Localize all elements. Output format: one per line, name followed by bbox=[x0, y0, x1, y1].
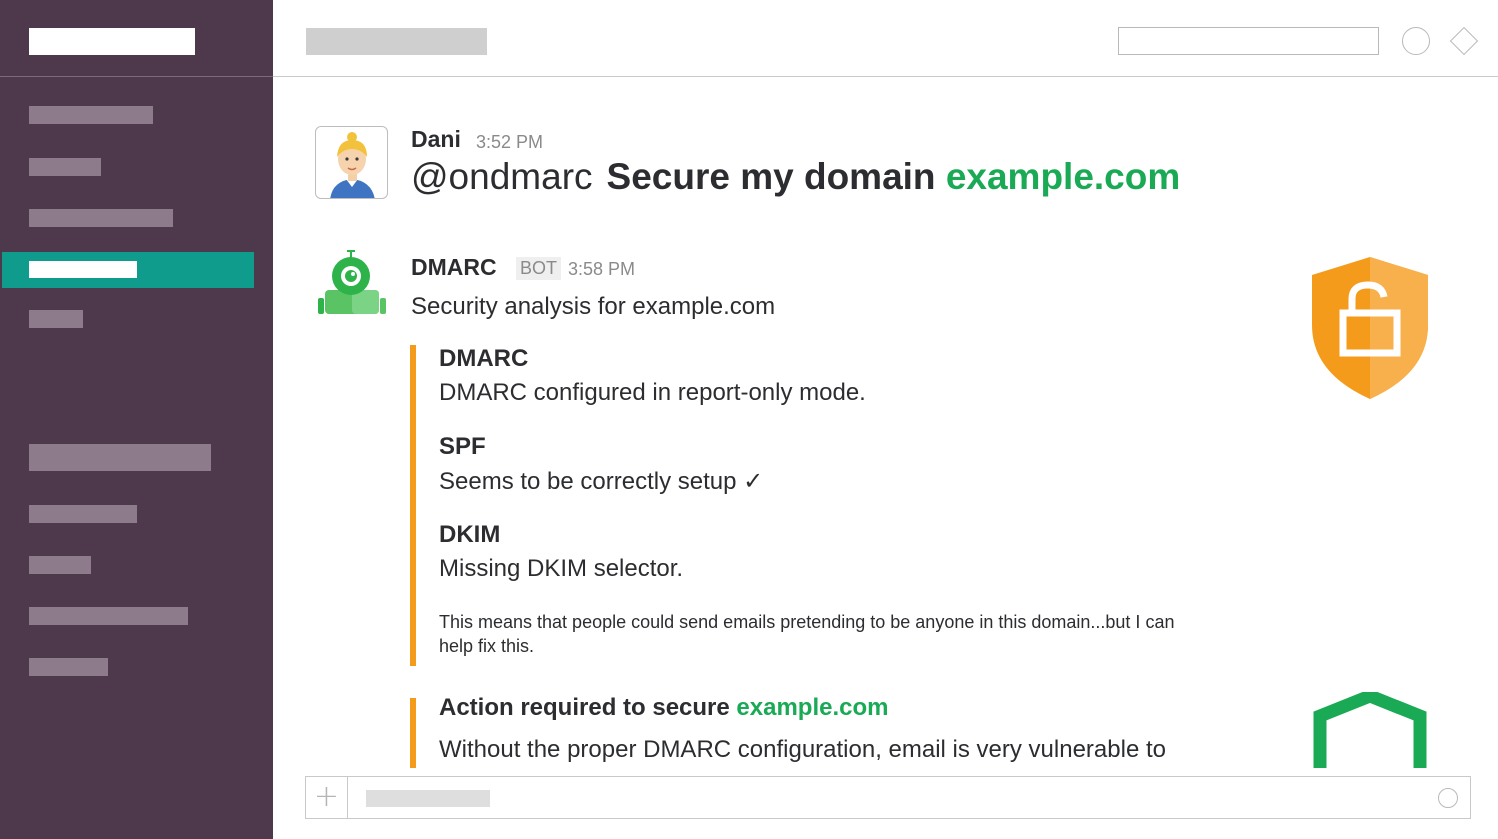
check-title-dkim: DKIM bbox=[439, 521, 501, 548]
diamond-icon[interactable] bbox=[1449, 26, 1479, 56]
check-text-dkim: Missing DKIM selector. bbox=[439, 555, 684, 582]
sidebar-item[interactable] bbox=[29, 209, 173, 227]
channel-header bbox=[273, 0, 1498, 77]
check-title-spf: SPF bbox=[439, 433, 486, 460]
user-mention[interactable]: @ondmarc bbox=[411, 156, 593, 197]
circle-icon[interactable] bbox=[1438, 788, 1458, 808]
robot-icon bbox=[318, 250, 386, 314]
sidebar-item[interactable] bbox=[29, 556, 91, 574]
domain-link[interactable]: example.com bbox=[736, 694, 888, 721]
sidebar-item[interactable] bbox=[29, 505, 137, 523]
sidebar-divider bbox=[0, 76, 273, 77]
search-input[interactable] bbox=[1118, 27, 1379, 55]
sidebar-item[interactable] bbox=[29, 607, 188, 625]
message-timestamp[interactable]: 3:58 PM bbox=[568, 259, 635, 280]
sidebar-item[interactable] bbox=[29, 106, 153, 124]
message-text: Security analysis for example.com bbox=[411, 293, 776, 320]
message-author[interactable]: Dani bbox=[411, 126, 461, 153]
sidebar-item-active[interactable] bbox=[2, 252, 254, 288]
circle-icon[interactable] bbox=[1402, 27, 1430, 55]
message-list: Dani 3:52 PM @ondmarc Secure my domain ex… bbox=[273, 78, 1498, 768]
sidebar-section-header[interactable] bbox=[29, 444, 211, 471]
domain-link[interactable]: example.com bbox=[946, 156, 1180, 197]
sidebar-item[interactable] bbox=[29, 158, 101, 176]
action-title-text: Action required to secure bbox=[439, 694, 737, 721]
message-composer: + bbox=[305, 776, 1471, 819]
analysis-note: This means that people could send emails… bbox=[439, 612, 1175, 656]
avatar[interactable] bbox=[315, 126, 388, 199]
bot-badge: BOT bbox=[516, 257, 562, 280]
message-text: @ondmarc Secure my domain example.com bbox=[411, 156, 1180, 198]
sidebar bbox=[0, 0, 273, 839]
analysis-attachment: DMARC DMARC configured in report-only mo… bbox=[410, 345, 1210, 666]
bot-avatar[interactable] bbox=[315, 244, 388, 317]
message-author[interactable]: DMARC bbox=[411, 254, 497, 281]
check-title-dmarc: DMARC bbox=[439, 345, 529, 372]
check-text-dmarc: DMARC configured in report-only mode. bbox=[439, 379, 866, 406]
check-text-spf: Seems to be correctly setup ✓ bbox=[439, 468, 764, 495]
action-attachment: Action required to secure example.com Wi… bbox=[410, 694, 1210, 768]
shield-icon bbox=[1313, 692, 1427, 768]
sidebar-item[interactable] bbox=[29, 658, 108, 676]
unlocked-shield-icon bbox=[1312, 257, 1428, 399]
action-text: Without the proper DMARC configuration, … bbox=[439, 736, 1166, 763]
channel-title-placeholder bbox=[306, 28, 487, 55]
plus-icon[interactable]: + bbox=[306, 777, 348, 818]
action-title: Action required to secure example.com bbox=[439, 694, 888, 722]
command-text: Secure my domain bbox=[606, 156, 936, 197]
workspace-name-placeholder[interactable] bbox=[29, 28, 195, 55]
message-timestamp[interactable]: 3:52 PM bbox=[476, 132, 543, 153]
sidebar-item[interactable] bbox=[29, 310, 83, 328]
message-input[interactable] bbox=[366, 790, 490, 807]
user-avatar-icon bbox=[330, 132, 375, 198]
sidebar-item-active-label-placeholder bbox=[29, 261, 137, 278]
